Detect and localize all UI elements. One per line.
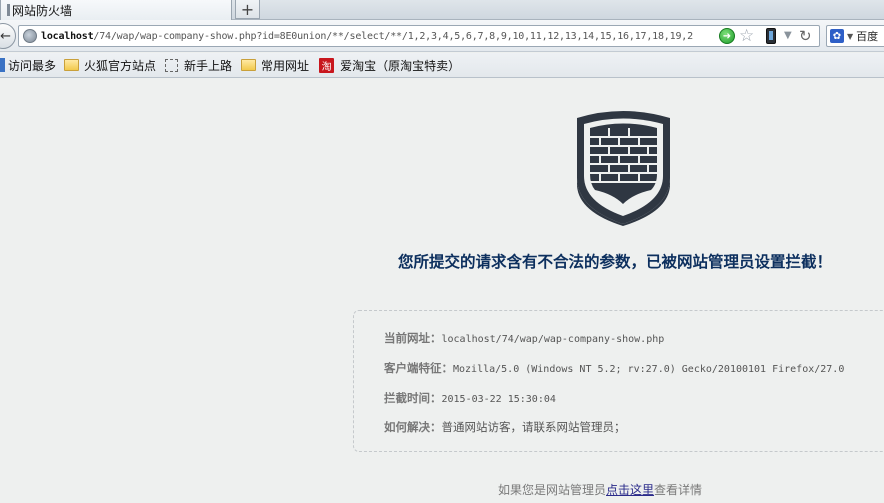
search-engine-label: 百度 — [856, 30, 879, 43]
admin-footer: 如果您是网站管理员点击这里查看详情 — [498, 481, 702, 498]
navigation-bar: ← localhost/74/wap/wap-company-show.php?… — [0, 20, 884, 52]
back-button[interactable]: ← — [0, 23, 16, 49]
dashed-page-icon — [165, 58, 179, 72]
url-host: localhost — [41, 30, 94, 42]
detail-value: Mozilla/5.0 (Windows NT 5.2; rv:27.0) Ge… — [453, 364, 845, 375]
most-visited-icon — [0, 58, 5, 72]
bookmark-getting-started[interactable]: 新手上路 — [165, 57, 232, 74]
tab-firewall[interactable]: 网站防火墙 — [0, 0, 232, 20]
bookmark-firefox-site[interactable]: 火狐官方站点 — [64, 57, 156, 74]
bookmark-most-visited[interactable]: 访问最多 — [0, 57, 56, 74]
dropdown-icon[interactable]: ▼ — [784, 28, 792, 44]
search-box[interactable]: ✿ ▼ 百度 — [826, 25, 884, 47]
detail-label: 拦截时间： — [384, 391, 442, 405]
chevron-down-icon[interactable]: ▼ — [847, 32, 853, 41]
taobao-icon: 淘 — [319, 57, 335, 73]
bookmark-label: 火狐官方站点 — [84, 58, 157, 73]
footer-suffix: 查看详情 — [654, 483, 703, 497]
detail-label: 当前网址： — [384, 331, 442, 345]
go-icon[interactable]: ➜ — [719, 28, 735, 44]
bookmarks-toolbar: 访问最多 火狐官方站点 新手上路 常用网址 淘 爱淘宝（原淘宝特卖） — [0, 53, 884, 78]
bookmark-common-sites[interactable]: 常用网址 — [241, 57, 309, 74]
bookmark-label: 新手上路 — [184, 58, 233, 73]
address-bar[interactable]: localhost/74/wap/wap-company-show.php?id… — [18, 25, 820, 47]
new-tab-button[interactable]: + — [235, 0, 260, 19]
paw-icon[interactable]: ✿ — [830, 29, 844, 43]
details-box: 当前网址：localhost/74/wap/wap-company-show.p… — [353, 310, 884, 452]
tab-title: 网站防火墙 — [12, 3, 73, 18]
bookmark-label: 访问最多 — [8, 58, 57, 73]
firewall-shield-icon — [577, 111, 670, 226]
url-text[interactable]: localhost/74/wap/wap-company-show.php?id… — [41, 31, 717, 42]
phone-icon[interactable] — [766, 28, 776, 44]
reload-icon[interactable]: ↻ — [799, 26, 812, 46]
page-icon — [7, 4, 10, 16]
page-title: 您所提交的请求含有不合法的参数，已被网站管理员设置拦截！ — [398, 253, 833, 271]
detail-label: 客户端特征： — [384, 361, 453, 375]
folder-icon — [241, 59, 257, 71]
bookmark-label: 常用网址 — [261, 58, 310, 73]
footer-prefix: 如果您是网站管理员 — [498, 483, 607, 497]
detail-value: 2015-03-22 15:30:04 — [441, 394, 556, 405]
bookmark-label: 爱淘宝（原淘宝特卖） — [340, 58, 461, 73]
tab-strip: 网站防火墙 + — [0, 0, 884, 20]
detail-user-agent: 客户端特征：Mozilla/5.0 (Windows NT 5.2; rv:27… — [384, 360, 844, 376]
plus-icon: + — [240, 0, 255, 19]
detail-current-url: 当前网址：localhost/74/wap/wap-company-show.p… — [384, 330, 664, 346]
star-icon[interactable]: ☆ — [739, 26, 754, 46]
bookmark-taobao[interactable]: 淘 爱淘宝（原淘宝特卖） — [319, 57, 460, 74]
detail-label: 如何解决： — [384, 420, 442, 434]
detail-value: 普通网站访客，请联系网站管理员； — [441, 420, 626, 434]
click-here-link[interactable]: 点击这里 — [606, 483, 654, 497]
detail-solution: 如何解决：普通网站访客，请联系网站管理员； — [384, 419, 626, 435]
detail-block-time: 拦截时间：2015-03-22 15:30:04 — [384, 390, 556, 406]
back-arrow-icon: ← — [0, 28, 11, 44]
detail-value: localhost/74/wap/wap-company-show.php — [441, 334, 665, 345]
globe-icon — [23, 29, 37, 43]
folder-icon — [64, 59, 80, 71]
url-path: /74/wap/wap-company-show.php?id=8E0union… — [93, 30, 693, 42]
